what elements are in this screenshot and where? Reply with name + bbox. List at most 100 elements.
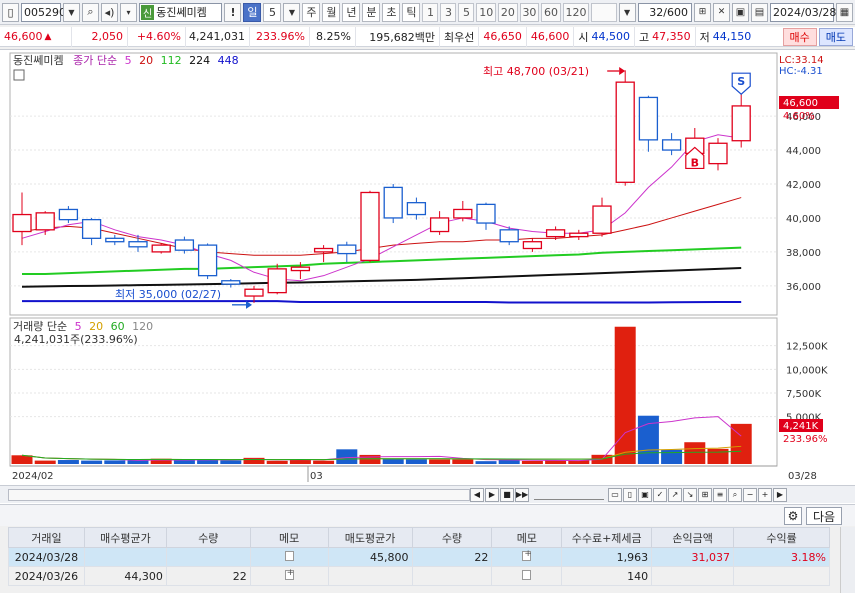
zoom-icon[interactable]: ⌕ (728, 487, 742, 502)
buy-qty: 22 (165, 566, 251, 586)
split-icon[interactable]: ▯ (623, 487, 637, 502)
warning-button[interactable]: ! (224, 2, 242, 22)
interval-20[interactable]: 20 (498, 2, 518, 22)
period-multiplier[interactable]: 5 (263, 2, 282, 22)
window-icon[interactable]: ▣ (638, 487, 652, 502)
play-icon[interactable]: ▶ (485, 487, 499, 502)
stop-icon[interactable]: ■ (500, 487, 514, 502)
volume-tick-12500k: 12,500K (786, 342, 828, 353)
buy-avg (83, 547, 167, 567)
fee-tax: 140 (561, 566, 653, 586)
return-rate (733, 566, 830, 586)
gear-icon[interactable]: ⚙ (784, 507, 802, 525)
quote-bar: 46,600 ▲ 2,050 +4.60% 4,241,031 233.96% … (0, 26, 855, 47)
date-input[interactable]: 2024/03/28 (770, 2, 836, 22)
buy-button[interactable]: 매수 (782, 27, 817, 46)
legend-vol-ma60: 60 (111, 320, 125, 333)
scroll-right-icon[interactable]: ▶ (773, 487, 787, 502)
table-row[interactable]: 2024/03/26 44,300 22 140 (8, 566, 830, 586)
lc-label: LC:33.14 (779, 55, 824, 66)
volume-bar (661, 449, 683, 464)
grid-settings-icon[interactable]: ⊞ (694, 2, 711, 22)
scroll-track[interactable] (8, 488, 470, 501)
scroll-left-icon[interactable]: ◀ (470, 487, 484, 502)
trend-down-icon[interactable]: ↘ (683, 487, 697, 502)
col-sell-avg: 매도평균가 (327, 527, 413, 548)
period-dropdown-icon[interactable]: ▼ (283, 2, 301, 22)
interval-custom-input[interactable] (591, 2, 617, 22)
period-minute[interactable]: 분 (362, 2, 381, 22)
ma-legend: 동진쎄미켐 종가 단순 5 20 112 224 448 (13, 54, 239, 67)
legend-ma224: 224 (189, 54, 210, 67)
crosshair-icon[interactable]: ✕ (713, 2, 730, 22)
candle-body (35, 212, 55, 231)
interval-30[interactable]: 30 (519, 2, 540, 22)
chart-area[interactable]: 46,000 44,000 42,000 40,000 38,000 36,00… (0, 49, 855, 505)
step-down-icon[interactable]: ▾ (120, 2, 137, 22)
period-year[interactable]: 년 (342, 2, 361, 22)
add-memo-icon[interactable] (284, 568, 294, 580)
interval-dropdown-icon[interactable]: ▼ (618, 2, 636, 22)
low-price: 44,150 (712, 30, 752, 43)
period-month[interactable]: 월 (322, 2, 341, 22)
speaker-icon[interactable]: ◂) (101, 2, 118, 22)
legend-stock-name: 동진쎄미켐 (13, 54, 64, 67)
print-icon[interactable]: ▤ (751, 2, 768, 22)
stock-name-field[interactable]: 신 동진쎄미켐 (139, 2, 223, 22)
compare-icon[interactable]: ≡ (713, 487, 727, 502)
sell-button[interactable]: 매도 (818, 27, 853, 46)
candle-body (615, 81, 635, 183)
table-row[interactable]: 2024/03/28 45,800 22 1,963 31,037 3.18% (8, 547, 830, 567)
interval-120[interactable]: 120 (562, 2, 590, 22)
indicator-icon[interactable]: ✓ (653, 487, 667, 502)
interval-10[interactable]: 10 (476, 2, 497, 22)
table-scrollbar[interactable] (840, 527, 855, 593)
interval-1[interactable]: 1 (422, 2, 439, 22)
fast-forward-icon[interactable]: ▶▶ (515, 487, 529, 502)
trend-up-icon[interactable]: ↗ (668, 487, 682, 502)
calendar-icon[interactable]: ▦ (836, 2, 853, 22)
volume-bar (243, 457, 265, 464)
next-button[interactable]: 다음 (806, 507, 842, 525)
legend-ma20: 20 (139, 54, 153, 67)
search-icon[interactable]: ⌕ (82, 2, 99, 22)
save-icon[interactable]: ▣ (732, 2, 749, 22)
chart-svg[interactable]: 46,000 44,000 42,000 40,000 38,000 36,00… (0, 50, 855, 486)
zoom-out-icon[interactable]: − (743, 487, 757, 502)
period-day[interactable]: 일 (243, 2, 262, 22)
period-week[interactable]: 주 (302, 2, 321, 22)
legend-ma448: 448 (218, 54, 239, 67)
interval-60[interactable]: 60 (541, 2, 561, 22)
interval-3[interactable]: 3 (440, 2, 457, 22)
interval-5[interactable]: 5 (458, 2, 475, 22)
candle-body (731, 105, 751, 142)
stock-code-input[interactable]: 005290 (21, 2, 66, 22)
volume-bar (359, 454, 381, 464)
table-view-icon[interactable] (13, 69, 25, 81)
code-dropdown-icon[interactable]: ▼ (63, 2, 80, 22)
candle-body (661, 139, 682, 151)
col-sell-qty: 수량 (411, 527, 493, 548)
chart-menu-icon[interactable]: ▯ (2, 2, 19, 22)
high-label: 고 (639, 30, 650, 44)
memo-icon[interactable] (284, 550, 294, 561)
zoom-in-icon[interactable]: + (758, 487, 772, 502)
period-tick[interactable]: 틱 (402, 2, 421, 22)
period-second[interactable]: 초 (382, 2, 401, 22)
col-buy-avg: 매수평균가 (83, 527, 167, 548)
legend-ma5: 5 (125, 54, 132, 67)
volume-bar (34, 460, 56, 464)
zoom-slider[interactable] (534, 490, 604, 500)
volume-bar (382, 458, 404, 464)
volume-value: 4,241,031주(233.96%) (14, 333, 138, 346)
trade-date: 2024/03/26 (8, 566, 85, 586)
memo-icon[interactable] (522, 569, 532, 580)
volume-bar (429, 459, 451, 464)
data-count-input[interactable]: 32/600 (637, 2, 692, 22)
high-price: 47,350 (652, 30, 691, 43)
sell-avg: 45,800 (327, 547, 413, 567)
add-memo-icon[interactable] (522, 549, 532, 561)
best-ask: 46,650 (479, 26, 527, 47)
overlay-icon[interactable]: ⊞ (698, 487, 712, 502)
layout-icon[interactable]: ▭ (608, 487, 622, 502)
